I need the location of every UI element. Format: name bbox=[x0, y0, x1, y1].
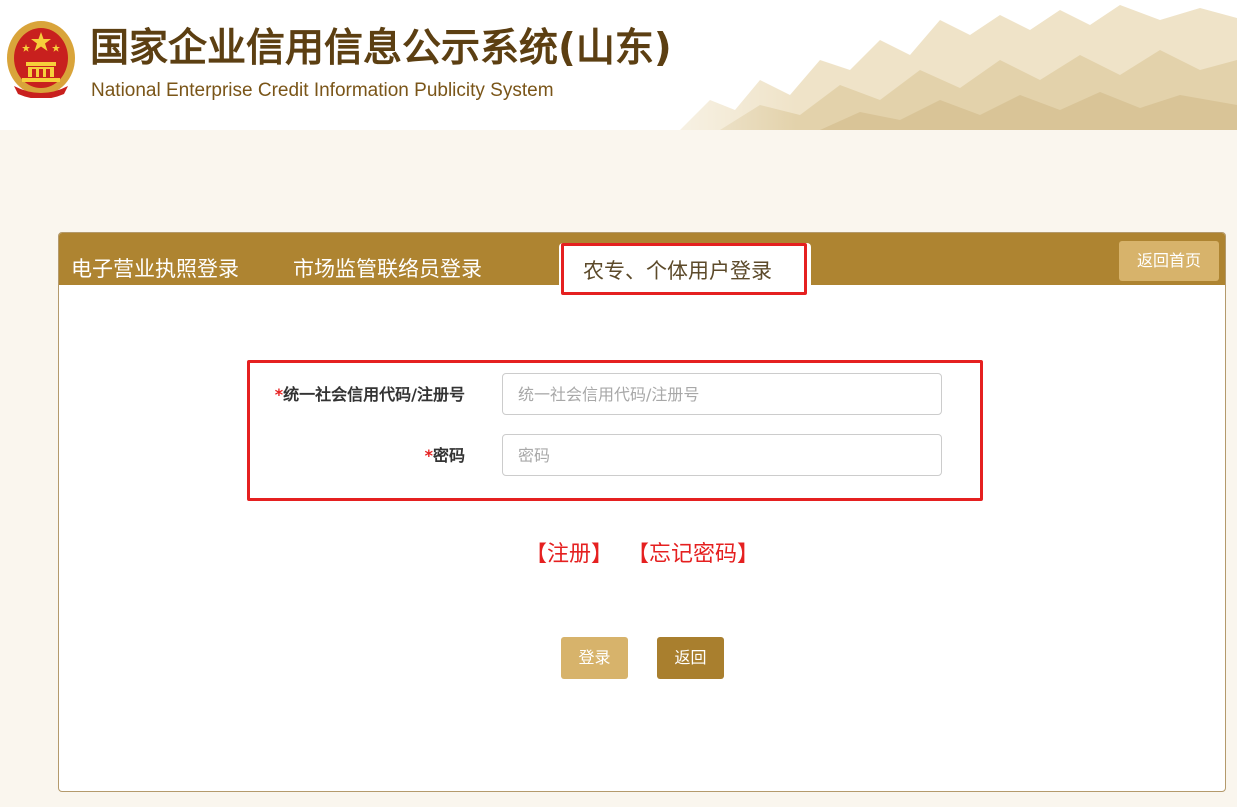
login-button[interactable]: 登录 bbox=[561, 637, 628, 679]
account-links: 【注册】 【忘记密码】 bbox=[59, 539, 1225, 571]
required-mark: * bbox=[274, 385, 284, 404]
required-mark: * bbox=[424, 446, 433, 465]
site-header: 国家企业信用信息公示系统(山东) National Enterprise Cre… bbox=[0, 0, 1237, 130]
site-title: 国家企业信用信息公示系统(山东) bbox=[90, 26, 672, 71]
password-label: *密码 bbox=[165, 445, 465, 467]
credit-code-input[interactable] bbox=[502, 373, 942, 415]
tab-individual-user-login-label: 农专、个体用户登录 bbox=[583, 259, 772, 283]
password-label-text: 密码 bbox=[432, 446, 465, 465]
national-emblem-icon bbox=[7, 21, 75, 98]
password-input[interactable] bbox=[502, 434, 942, 476]
site-subtitle: National Enterprise Credit Information P… bbox=[91, 80, 554, 101]
login-panel: 电子营业执照登录 市场监管联络员登录 返回首页 农专、个体用户登录 *统一社会信… bbox=[58, 232, 1226, 792]
back-to-home-button[interactable]: 返回首页 bbox=[1119, 241, 1219, 281]
tab-liaison-login[interactable]: 市场监管联络员登录 bbox=[293, 253, 482, 285]
back-button[interactable]: 返回 bbox=[657, 637, 724, 679]
credit-code-label: *统一社会信用代码/注册号 bbox=[165, 384, 465, 406]
credit-code-label-text: 统一社会信用代码/注册号 bbox=[283, 385, 465, 404]
register-link[interactable]: 【注册】 bbox=[525, 542, 613, 567]
forgot-password-link[interactable]: 【忘记密码】 bbox=[627, 542, 759, 567]
tab-individual-user-login[interactable]: 农专、个体用户登录 bbox=[559, 243, 811, 299]
tab-electronic-license-login[interactable]: 电子营业执照登录 bbox=[71, 253, 239, 285]
